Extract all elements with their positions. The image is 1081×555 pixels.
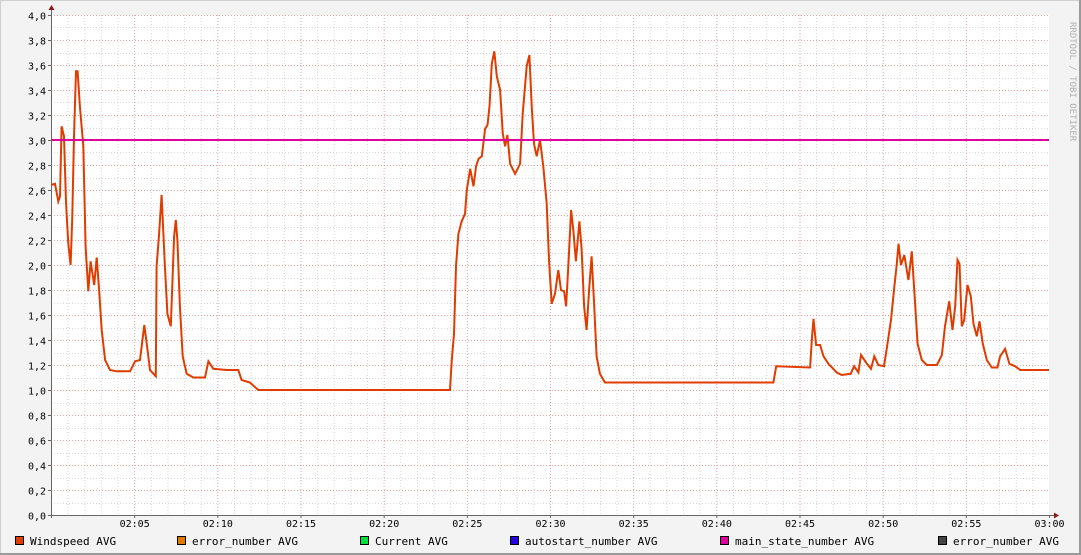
x-tick-label: 02:50 [868, 519, 898, 530]
y-tick-label: 0,4 [28, 462, 46, 473]
x-tick-label: 02:20 [369, 519, 399, 530]
x-tick-label: 02:25 [452, 519, 482, 530]
legend-swatch [360, 536, 369, 545]
legend-swatch [15, 536, 24, 545]
legend-item: main_state_number AVG [720, 535, 874, 548]
y-tick-label: 0,0 [28, 512, 46, 523]
y-tick-label: 3,8 [28, 37, 46, 48]
legend-item: error_number AVG [177, 535, 298, 548]
rrd-graph: 0,0 0,2 0,4 0,6 0,8 1,0 1,2 1,4 1,6 1,8 2,0 2,2 2,4 2… [0, 0, 1081, 555]
x-tick-label: 02:35 [619, 519, 649, 530]
y-tick-label: 1,4 [28, 337, 46, 348]
y-tick-label: 2,8 [28, 162, 46, 173]
watermark: RRDTOOL / TOBI OETIKER [1067, 22, 1077, 142]
legend-label: Current AVG [375, 535, 448, 548]
legend-label: autostart_number AVG [525, 535, 657, 548]
legend-swatch [510, 536, 519, 545]
y-tick-label: 4,0 [28, 12, 46, 23]
y-tick-label: 1,2 [28, 362, 46, 373]
x-tick-label: 02:55 [951, 519, 981, 530]
y-tick-label: 0,6 [28, 437, 46, 448]
y-tick-label: 3,4 [28, 87, 46, 98]
legend-item: error_number AVG [938, 535, 1059, 548]
y-tick-label: 0,8 [28, 412, 46, 423]
y-tick-label: 3,2 [28, 112, 46, 123]
legend-swatch [720, 536, 729, 545]
x-tick-label: 02:30 [535, 519, 565, 530]
legend-swatch [177, 536, 186, 545]
chart-svg: 0,0 0,2 0,4 0,6 0,8 1,0 1,2 1,4 1,6 1,8 2,0 2,2 2,4 2… [0, 0, 1081, 555]
legend-item: Windspeed AVG [15, 535, 116, 548]
y-tick-label: 0,2 [28, 487, 46, 498]
y-tick-label: 2,2 [28, 237, 46, 248]
legend-swatch [938, 536, 947, 545]
y-tick-label: 1,6 [28, 312, 46, 323]
y-tick-label: 2,0 [28, 262, 46, 273]
x-tick-label: 02:05 [120, 519, 150, 530]
legend-label: main_state_number AVG [735, 535, 874, 548]
legend-item: autostart_number AVG [510, 535, 657, 548]
y-tick-label: 1,0 [28, 387, 46, 398]
y-tick-label: 2,6 [28, 187, 46, 198]
x-tick-label: 02:45 [785, 519, 815, 530]
x-tick-label: 02:40 [702, 519, 732, 530]
y-tick-label: 3,6 [28, 62, 46, 73]
y-tick-label: 3,0 [28, 137, 46, 148]
y-tick-label: 1,8 [28, 287, 46, 298]
x-tick-label: 03:00 [1034, 519, 1064, 530]
legend-label: error_number AVG [953, 535, 1059, 548]
x-tick-label: 02:10 [203, 519, 233, 530]
x-tick-label: 02:15 [286, 519, 316, 530]
legend-label: Windspeed AVG [30, 535, 116, 548]
y-tick-label: 2,4 [28, 212, 46, 223]
legend-label: error_number AVG [192, 535, 298, 548]
